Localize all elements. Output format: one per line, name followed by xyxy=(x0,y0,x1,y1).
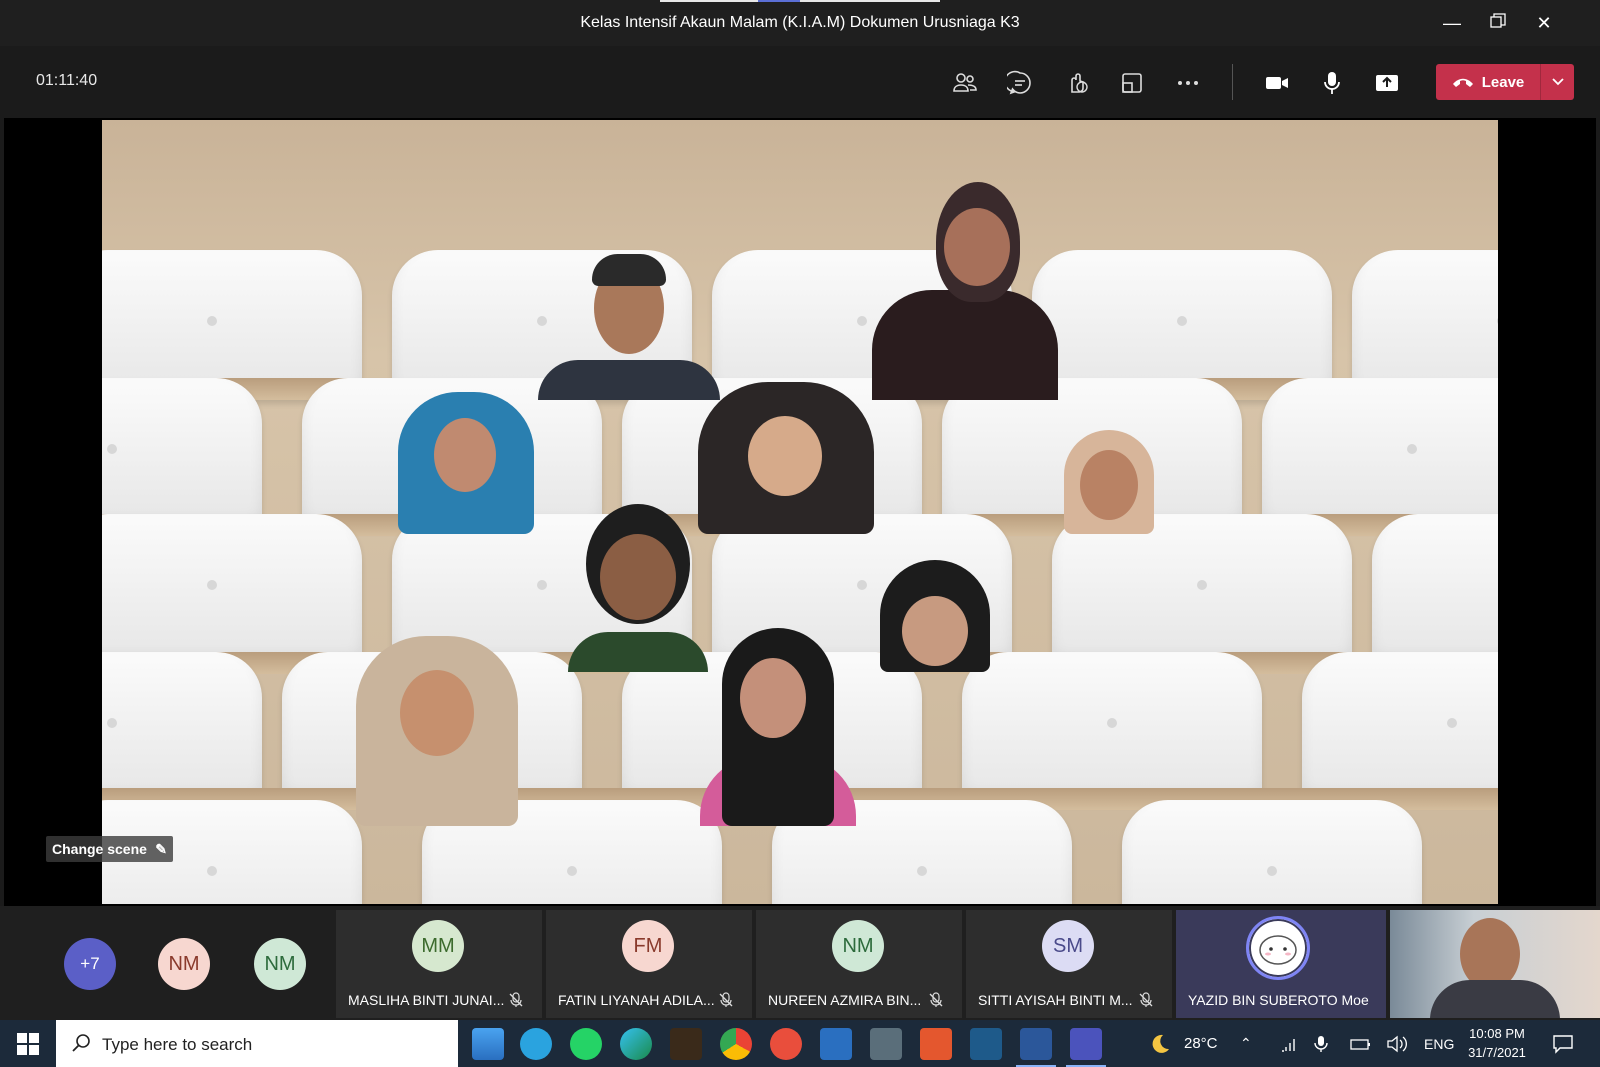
meeting-stage: Change scene ✎ xyxy=(4,118,1596,906)
search-icon xyxy=(72,1034,90,1052)
chrome-icon[interactable] xyxy=(720,1028,752,1060)
network-icon[interactable] xyxy=(1280,1020,1298,1067)
participant-strip: +7 NM NM MM MASLIHA BINTI JUNAI... FM FA… xyxy=(0,906,1600,1020)
participant-tile[interactable]: NM NUREEN AZMIRA BIN... xyxy=(756,910,962,1018)
teams-icon[interactable] xyxy=(1070,1028,1102,1060)
participant-name: YAZID BIN SUBEROTO Moe xyxy=(1188,992,1369,1008)
participant-video xyxy=(1064,430,1154,534)
microphone-tray-icon[interactable] xyxy=(1314,1020,1328,1067)
camera-icon[interactable] xyxy=(1258,64,1296,102)
settings-app-icon[interactable] xyxy=(870,1028,902,1060)
leave-label: Leave xyxy=(1481,73,1525,91)
windows-taskbar: Type here to search 28°C ⌃ ENG 10:08 PM … xyxy=(0,1020,1600,1067)
notifications-icon[interactable] xyxy=(1552,1020,1574,1067)
taskbar-search-box[interactable]: Type here to search xyxy=(56,1020,458,1067)
participant-video xyxy=(880,560,990,672)
restore-icon[interactable] xyxy=(1478,8,1518,38)
participant-video xyxy=(398,392,534,534)
participant-video xyxy=(700,628,856,826)
search-placeholder: Type here to search xyxy=(102,1035,253,1054)
participant-video xyxy=(538,250,720,400)
participant-tile[interactable]: SM SITTI AYISAH BINTI M... xyxy=(966,910,1172,1018)
mic-muted-icon xyxy=(509,992,523,1007)
windows-start-icon[interactable] xyxy=(10,1028,46,1060)
title-accent-line xyxy=(660,0,940,2)
taskbar-clock[interactable]: 10:08 PM 31/7/2021 xyxy=(1462,1024,1532,1062)
share-icon[interactable] xyxy=(1368,64,1406,102)
overflow-participants-button[interactable]: +7 xyxy=(64,938,116,990)
battery-icon[interactable] xyxy=(1350,1020,1372,1067)
teams-meeting-window: Kelas Intensif Akaun Malam (K.I.A.M) Dok… xyxy=(0,0,1600,1067)
participant-video xyxy=(356,636,518,826)
avatar: NM xyxy=(832,920,884,972)
show-hidden-icons-chevron-up-icon[interactable]: ⌃ xyxy=(1240,1020,1252,1067)
avatar: FM xyxy=(622,920,674,972)
volume-icon[interactable] xyxy=(1386,1020,1408,1067)
avatar[interactable]: NM xyxy=(254,938,306,990)
hangup-icon xyxy=(1452,78,1473,87)
screen-recorder-icon[interactable] xyxy=(770,1028,802,1060)
word-icon[interactable] xyxy=(1020,1028,1052,1060)
moon-icon xyxy=(1152,1034,1169,1053)
participants-icon[interactable] xyxy=(946,64,984,102)
window-title: Kelas Intensif Akaun Malam (K.I.A.M) Dok… xyxy=(580,14,1020,31)
reactions-icon[interactable] xyxy=(1057,64,1095,102)
participant-name: MASLIHA BINTI JUNAI... xyxy=(348,992,505,1008)
office-app-icon[interactable] xyxy=(920,1028,952,1060)
together-mode-scene xyxy=(102,120,1498,904)
telegram-icon[interactable] xyxy=(520,1028,552,1060)
avatar: MM xyxy=(412,920,464,972)
photos-app-icon[interactable] xyxy=(970,1028,1002,1060)
participant-video xyxy=(872,180,1058,400)
change-scene-button[interactable]: Change scene ✎ xyxy=(46,836,173,862)
rooms-icon[interactable] xyxy=(1113,64,1151,102)
meeting-toolbar: 01:11:40 Leave xyxy=(0,46,1600,118)
close-icon[interactable]: ✕ xyxy=(1524,8,1564,38)
leave-button-group: Leave xyxy=(1436,64,1574,100)
participant-name: SITTI AYISAH BINTI M... xyxy=(978,992,1133,1008)
participant-tile[interactable]: MM MASLIHA BINTI JUNAI... xyxy=(336,910,542,1018)
weather-widget[interactable]: 28°C xyxy=(1148,1020,1218,1067)
leave-button[interactable]: Leave xyxy=(1436,64,1540,100)
input-language[interactable]: ENG xyxy=(1424,1020,1454,1067)
participant-tile-speaking[interactable]: YAZID BIN SUBEROTO Moe xyxy=(1176,910,1386,1018)
stock-app-icon[interactable] xyxy=(820,1028,852,1060)
file-explorer-icon[interactable] xyxy=(472,1028,504,1060)
clock-time: 10:08 PM xyxy=(1469,1026,1525,1041)
avatar: SM xyxy=(1042,920,1094,972)
chess-icon[interactable] xyxy=(670,1028,702,1060)
participant-name: FATIN LIYANAH ADILA... xyxy=(558,992,715,1008)
clock-date: 31/7/2021 xyxy=(1468,1045,1526,1060)
participant-name: NUREEN AZMIRA BIN... xyxy=(768,992,922,1008)
meeting-timer: 01:11:40 xyxy=(36,72,98,89)
overflow-count: +7 xyxy=(80,954,100,973)
weather-temp: 28°C xyxy=(1184,1035,1218,1052)
self-view-video[interactable] xyxy=(1390,910,1600,1018)
mic-muted-icon xyxy=(719,992,733,1007)
chat-icon[interactable] xyxy=(1001,64,1039,102)
avatar[interactable]: NM xyxy=(158,938,210,990)
mic-icon[interactable] xyxy=(1313,64,1351,102)
cartoon-avatar-icon xyxy=(1259,935,1297,965)
more-icon[interactable] xyxy=(1169,64,1207,102)
change-scene-label: Change scene xyxy=(52,841,147,857)
leave-options-chevron-down-icon[interactable] xyxy=(1541,64,1574,100)
avatar xyxy=(1246,916,1310,980)
edge-icon[interactable] xyxy=(620,1028,652,1060)
participant-tile[interactable]: FM FATIN LIYANAH ADILA... xyxy=(546,910,752,1018)
toolbar-separator xyxy=(1232,64,1233,100)
whatsapp-icon[interactable] xyxy=(570,1028,602,1060)
pencil-icon: ✎ xyxy=(155,841,167,857)
minimize-icon[interactable]: — xyxy=(1432,8,1472,38)
title-bar: Kelas Intensif Akaun Malam (K.I.A.M) Dok… xyxy=(0,0,1600,46)
mic-muted-icon xyxy=(929,992,943,1007)
mic-muted-icon xyxy=(1139,992,1153,1007)
